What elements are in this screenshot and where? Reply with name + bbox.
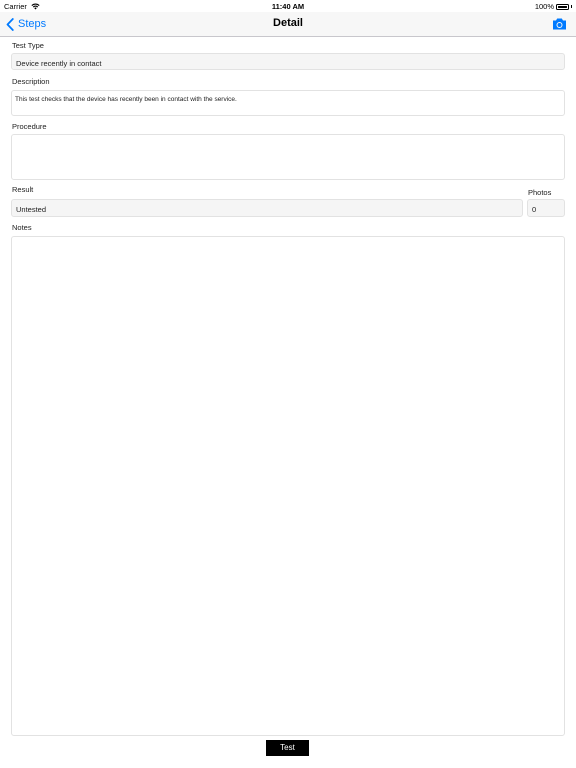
- procedure-label: Procedure: [12, 122, 47, 131]
- battery-icon: [556, 3, 569, 10]
- status-right: 100%: [535, 2, 572, 11]
- notes-label: Notes: [12, 223, 32, 232]
- test-type-field[interactable]: Device recently in contact: [11, 53, 565, 70]
- battery-cap: [571, 5, 572, 8]
- photos-label: Photos: [528, 188, 552, 197]
- result-label: Result: [12, 185, 34, 194]
- status-bar: Carrier 11:40 AM 100%: [0, 0, 576, 12]
- photos-field[interactable]: 0: [527, 199, 565, 217]
- status-time: 11:40 AM: [271, 2, 305, 11]
- test-button[interactable]: Test: [266, 740, 309, 756]
- notes-textarea[interactable]: [11, 236, 565, 736]
- test-type-label: Test Type: [12, 41, 44, 50]
- page-title: Detail: [273, 17, 303, 29]
- camera-icon[interactable]: [552, 17, 567, 31]
- procedure-textarea[interactable]: [11, 134, 565, 180]
- description-label: Description: [12, 77, 50, 86]
- battery-percent: 100%: [534, 2, 554, 11]
- navigation-bar: Steps Detail: [0, 12, 576, 37]
- description-textarea[interactable]: This test checks that the device has rec…: [11, 90, 565, 116]
- result-field[interactable]: Untested: [11, 199, 523, 217]
